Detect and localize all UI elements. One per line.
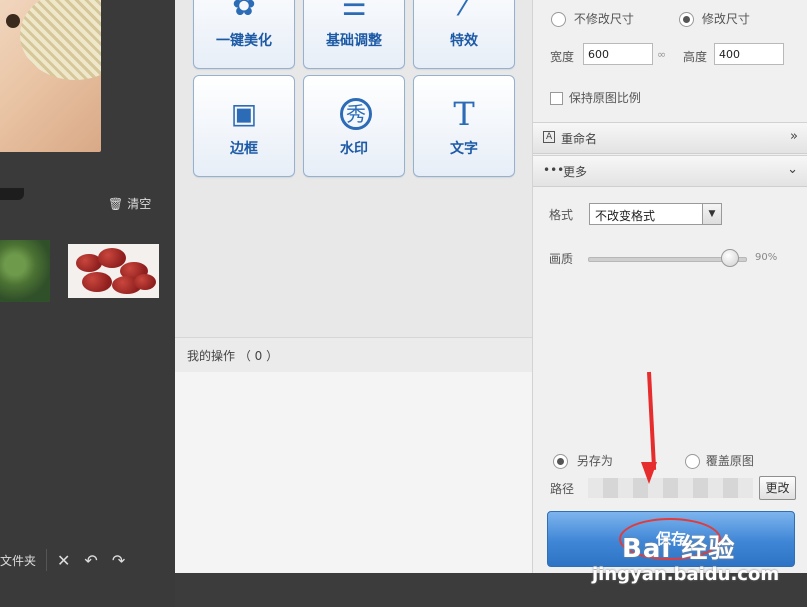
- operations-list: [175, 372, 532, 573]
- frame-icon: ▣: [230, 97, 258, 130]
- clear-button[interactable]: 🗑 清空: [108, 195, 151, 212]
- path-label: 路径: [550, 482, 575, 496]
- tool-label: 文字: [450, 141, 478, 157]
- keep-ratio-label: 保持原图比例: [568, 91, 641, 105]
- path-field[interactable]: [588, 478, 753, 498]
- watermark-icon: 秀: [340, 98, 372, 130]
- overwrite-radio[interactable]: [685, 454, 700, 469]
- quality-label: 画质: [549, 252, 574, 266]
- rename-section[interactable]: A 重命名 »: [533, 122, 807, 154]
- change-size-option[interactable]: 修改尺寸: [679, 10, 750, 27]
- change-path-button[interactable]: 更改: [759, 476, 796, 500]
- tool-text[interactable]: T 文字: [413, 75, 515, 177]
- annotation-arrow-head: [641, 462, 657, 484]
- keep-size-radio[interactable]: [551, 12, 566, 27]
- thumbnail-dates[interactable]: [68, 244, 159, 298]
- height-label: 高度: [683, 50, 708, 64]
- preview-image: [0, 0, 101, 152]
- quality-slider-handle[interactable]: [721, 249, 740, 267]
- more-section[interactable]: ••• 更多 ⌄: [533, 155, 807, 187]
- tool-label: 特效: [450, 33, 478, 49]
- overwrite-option[interactable]: 覆盖原图: [685, 452, 754, 469]
- flower-icon: ✿: [232, 0, 256, 22]
- tool-frame[interactable]: ▣ 边框: [193, 75, 295, 177]
- tool-label: 边框: [230, 141, 258, 157]
- panel-tab: [0, 188, 24, 200]
- tool-basic-adjust[interactable]: ☰ 基础调整: [303, 0, 405, 69]
- left-toolbar: 文件夹 ✕ ↶ ↷: [0, 540, 175, 580]
- keep-ratio-checkbox[interactable]: [550, 92, 563, 105]
- trash-icon: 🗑: [108, 196, 124, 211]
- tool-effects[interactable]: ⁄ 特效: [413, 0, 515, 69]
- redo-icon[interactable]: ↷: [112, 551, 125, 570]
- overwrite-label: 覆盖原图: [705, 454, 754, 468]
- thumbnail-tree[interactable]: [0, 240, 50, 302]
- save-as-label: 另存为: [576, 454, 613, 468]
- expand-icon[interactable]: »: [790, 129, 798, 144]
- tool-label: 一键美化: [216, 33, 272, 49]
- rename-title: 重命名: [561, 132, 598, 146]
- tool-label: 水印: [340, 141, 368, 157]
- width-input[interactable]: 600: [583, 43, 653, 65]
- width-label: 宽度: [550, 50, 575, 64]
- chevron-down-icon[interactable]: ▼: [702, 204, 721, 224]
- format-value: 不改变格式: [595, 209, 656, 223]
- settings-panel: 不修改尺寸 修改尺寸 宽度 600 ∞ 高度 400 保持原图比例 A 重命名 …: [532, 0, 807, 573]
- text-icon: T: [453, 95, 475, 133]
- quality-value: 90%: [755, 252, 778, 263]
- close-icon[interactable]: ✕: [57, 551, 70, 570]
- keep-ratio-option[interactable]: 保持原图比例: [550, 89, 641, 106]
- undo-icon[interactable]: ↶: [84, 551, 97, 570]
- baidu-logo: Bai 经验: [622, 534, 736, 564]
- change-size-label: 修改尺寸: [701, 12, 750, 26]
- watermark-text: jingyan.baidu.com: [592, 564, 780, 585]
- keep-size-option[interactable]: 不修改尺寸: [551, 10, 634, 27]
- sliders-icon: ☰: [341, 0, 367, 22]
- save-as-option[interactable]: 另存为: [553, 452, 613, 469]
- keep-size-label: 不修改尺寸: [573, 12, 634, 26]
- more-title: 更多: [563, 165, 588, 179]
- rename-icon: A: [543, 131, 556, 143]
- format-label: 格式: [549, 208, 574, 222]
- clear-label: 清空: [127, 197, 152, 211]
- tool-beautify[interactable]: ✿ 一键美化: [193, 0, 295, 69]
- operations-title: 我的操作 （ 0 ）: [187, 349, 279, 363]
- link-icon[interactable]: ∞: [657, 48, 666, 61]
- divider: [46, 549, 48, 571]
- tool-label: 基础调整: [326, 33, 382, 49]
- collapse-icon[interactable]: ⌄: [787, 162, 798, 177]
- save-as-radio[interactable]: [553, 454, 568, 469]
- magic-wand-icon: ⁄: [461, 0, 467, 22]
- more-icon: •••: [543, 163, 565, 177]
- height-input[interactable]: 400: [714, 43, 784, 65]
- change-size-radio[interactable]: [679, 12, 694, 27]
- folder-label[interactable]: 文件夹: [0, 552, 36, 569]
- format-select[interactable]: 不改变格式 ▼: [589, 203, 722, 225]
- operations-header: 我的操作 （ 0 ）: [175, 337, 532, 373]
- tool-watermark[interactable]: 秀 水印: [303, 75, 405, 177]
